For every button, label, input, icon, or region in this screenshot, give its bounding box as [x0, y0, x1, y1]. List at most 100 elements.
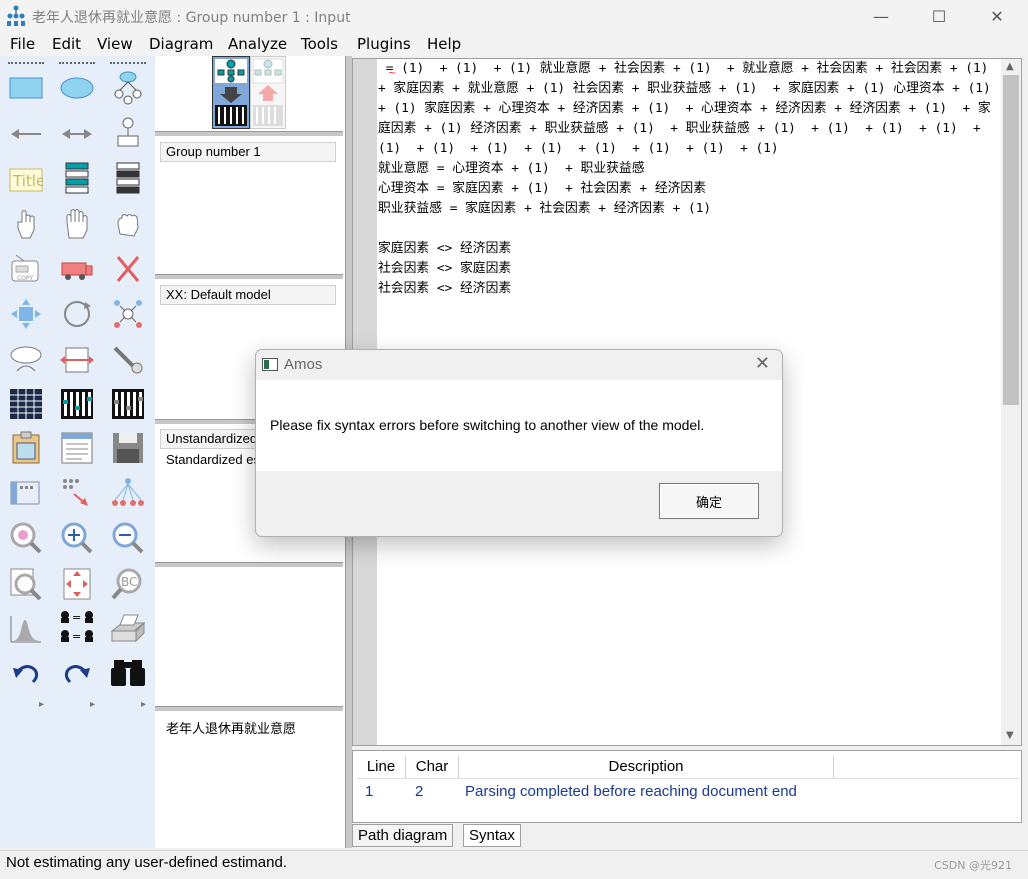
change-shape-icon[interactable] — [8, 296, 44, 332]
menu-help[interactable]: Help — [427, 35, 461, 53]
panel-divider[interactable] — [155, 131, 343, 136]
maximize-button[interactable]: ☐ — [910, 0, 968, 32]
toolbox-divider — [59, 62, 95, 64]
scroll-down-arrow[interactable]: ▼ — [1006, 730, 1014, 741]
select-all-objects-icon[interactable] — [59, 206, 95, 242]
specification-search-binoculars-icon[interactable] — [110, 654, 146, 690]
zoom-in-selected-icon[interactable] — [8, 520, 44, 556]
scroll-up-arrow[interactable]: ▲ — [1006, 61, 1014, 72]
list-variables-in-dataset-icon[interactable] — [110, 160, 146, 196]
fit-to-page-icon[interactable] — [59, 566, 95, 602]
view-output-path-diagram-icon[interactable] — [250, 56, 286, 129]
group-list-item[interactable]: Group number 1 — [160, 142, 336, 162]
error-row-description[interactable]: Parsing completed before reaching docume… — [465, 783, 797, 800]
code-line: 社会因素 <> 经济因素 — [378, 281, 512, 296]
code-line: 职业获益感 = 家庭因素 + 社会因素 + 经济因素 + (1) — [378, 201, 712, 216]
scroll-thumb[interactable] — [1003, 75, 1019, 405]
preserve-symmetries-icon[interactable] — [110, 474, 146, 510]
view-page-icon[interactable] — [8, 566, 44, 602]
status-text: Not estimating any user-defined estimand… — [6, 854, 287, 871]
dialog-window-icon — [262, 358, 278, 371]
menu-diagram[interactable]: Diagram — [149, 35, 213, 53]
scroll-icon[interactable] — [59, 342, 95, 378]
error-row-line[interactable]: 1 — [365, 783, 373, 800]
code-line: = (1) + (1) + (1) 就业意愿 + 社会因素 + (1) + 就业… — [378, 61, 991, 156]
bayesian-estimation-icon[interactable] — [8, 611, 44, 647]
list-variables-in-model-icon[interactable] — [59, 160, 95, 196]
draw-latent-indicator-icon[interactable] — [110, 70, 146, 106]
reflect-indicators-icon[interactable] — [110, 296, 146, 332]
print-icon[interactable] — [110, 611, 146, 647]
toolbox-divider — [110, 62, 146, 64]
equal-label: = — [72, 611, 81, 624]
panel-divider[interactable] — [155, 562, 343, 567]
model-list-item[interactable]: XX: Default model — [160, 285, 336, 305]
menu-edit[interactable]: Edit — [52, 35, 81, 53]
draw-unobserved-variable-icon[interactable] — [59, 70, 95, 106]
duplicate-objects-icon[interactable]: COPY — [8, 251, 44, 287]
multiple-group-analysis-icon[interactable]: = = — [59, 608, 95, 644]
menu-view[interactable]: View — [97, 35, 133, 53]
panel-divider[interactable] — [155, 706, 343, 711]
touch-up-icon[interactable] — [110, 342, 146, 378]
error-list: Line Char Description 1 2 Parsing comple… — [352, 750, 1022, 823]
select-data-files-icon[interactable] — [8, 386, 44, 422]
rotate-indicators-icon[interactable] — [59, 296, 95, 332]
svg-text:BC: BC — [121, 575, 137, 589]
move-parameter-icon[interactable] — [8, 342, 44, 378]
error-row-char[interactable]: 2 — [415, 783, 423, 800]
draw-path-icon[interactable] — [8, 116, 44, 152]
menu-bar: File Edit View Diagram Analyze Tools Plu… — [0, 32, 1028, 56]
file-name-label[interactable]: 老年人退休再就业意愿 — [166, 718, 296, 737]
deselect-all-objects-icon[interactable] — [110, 206, 146, 242]
ok-button[interactable]: 确定 — [659, 483, 759, 519]
select-one-object-icon[interactable] — [8, 206, 44, 242]
view-text-icon[interactable] — [59, 430, 95, 466]
menu-file[interactable]: File — [10, 35, 35, 53]
dialog-title: Amos — [284, 356, 323, 373]
menu-plugins[interactable]: Plugins — [357, 35, 411, 53]
drag-properties-icon[interactable] — [59, 474, 95, 510]
expand-marker[interactable]: ▸ — [90, 699, 95, 710]
tab-path-diagram[interactable]: Path diagram — [352, 824, 454, 847]
column-header-description[interactable]: Description — [459, 756, 834, 778]
copy-to-clipboard-icon[interactable] — [8, 430, 44, 466]
expand-marker[interactable]: ▸ — [39, 699, 44, 710]
save-diagram-icon[interactable] — [110, 430, 146, 466]
dialog-close-icon[interactable]: ✕ — [755, 353, 770, 374]
loupe-icon[interactable]: BC — [110, 566, 146, 602]
view-input-path-diagram-icon[interactable] — [212, 56, 250, 129]
move-objects-icon[interactable] — [59, 251, 95, 287]
minimize-button[interactable]: — — [852, 0, 910, 32]
zoom-out-icon[interactable] — [110, 520, 146, 556]
tab-syntax[interactable]: Syntax — [463, 824, 521, 847]
object-properties-icon[interactable] — [8, 474, 44, 510]
menu-analyze[interactable]: Analyze — [228, 35, 287, 53]
dialog-message: Please fix syntax errors before switchin… — [270, 417, 705, 433]
code-line: 社会因素 <> 家庭因素 — [378, 261, 512, 276]
equal-label: = — [72, 630, 81, 643]
redo-icon[interactable] — [59, 656, 95, 692]
draw-observed-variable-icon[interactable] — [8, 70, 44, 106]
amos-dialog: Amos ✕ Please fix syntax errors before s… — [255, 349, 783, 537]
panel-divider[interactable] — [155, 274, 343, 279]
calculate-estimates-icon[interactable] — [110, 386, 146, 422]
column-header-char[interactable]: Char — [406, 756, 459, 778]
window-title: 老年人退休再就业意愿 : Group number 1 : Input — [32, 10, 351, 26]
add-unique-variable-icon[interactable] — [110, 114, 146, 150]
toolbox: Title COPY BC = = ▸ ▸ ▸ — [0, 56, 155, 848]
watermark: CSDN @光921 — [934, 859, 1012, 872]
zoom-in-icon[interactable] — [59, 520, 95, 556]
column-header-line[interactable]: Line — [357, 756, 406, 778]
erase-objects-icon[interactable] — [110, 251, 146, 287]
title-bar: 老年人退休再就业意愿 : Group number 1 : Input — ☐ … — [0, 0, 1028, 32]
dialog-body: Please fix syntax errors before switchin… — [256, 380, 782, 471]
close-button[interactable]: ✕ — [968, 0, 1026, 32]
draw-covariance-icon[interactable] — [59, 116, 95, 152]
analysis-properties-icon[interactable] — [59, 386, 95, 422]
undo-icon[interactable] — [8, 656, 44, 692]
title-tool-icon[interactable]: Title — [8, 162, 44, 198]
expand-marker[interactable]: ▸ — [141, 699, 146, 710]
menu-tools[interactable]: Tools — [301, 35, 338, 53]
